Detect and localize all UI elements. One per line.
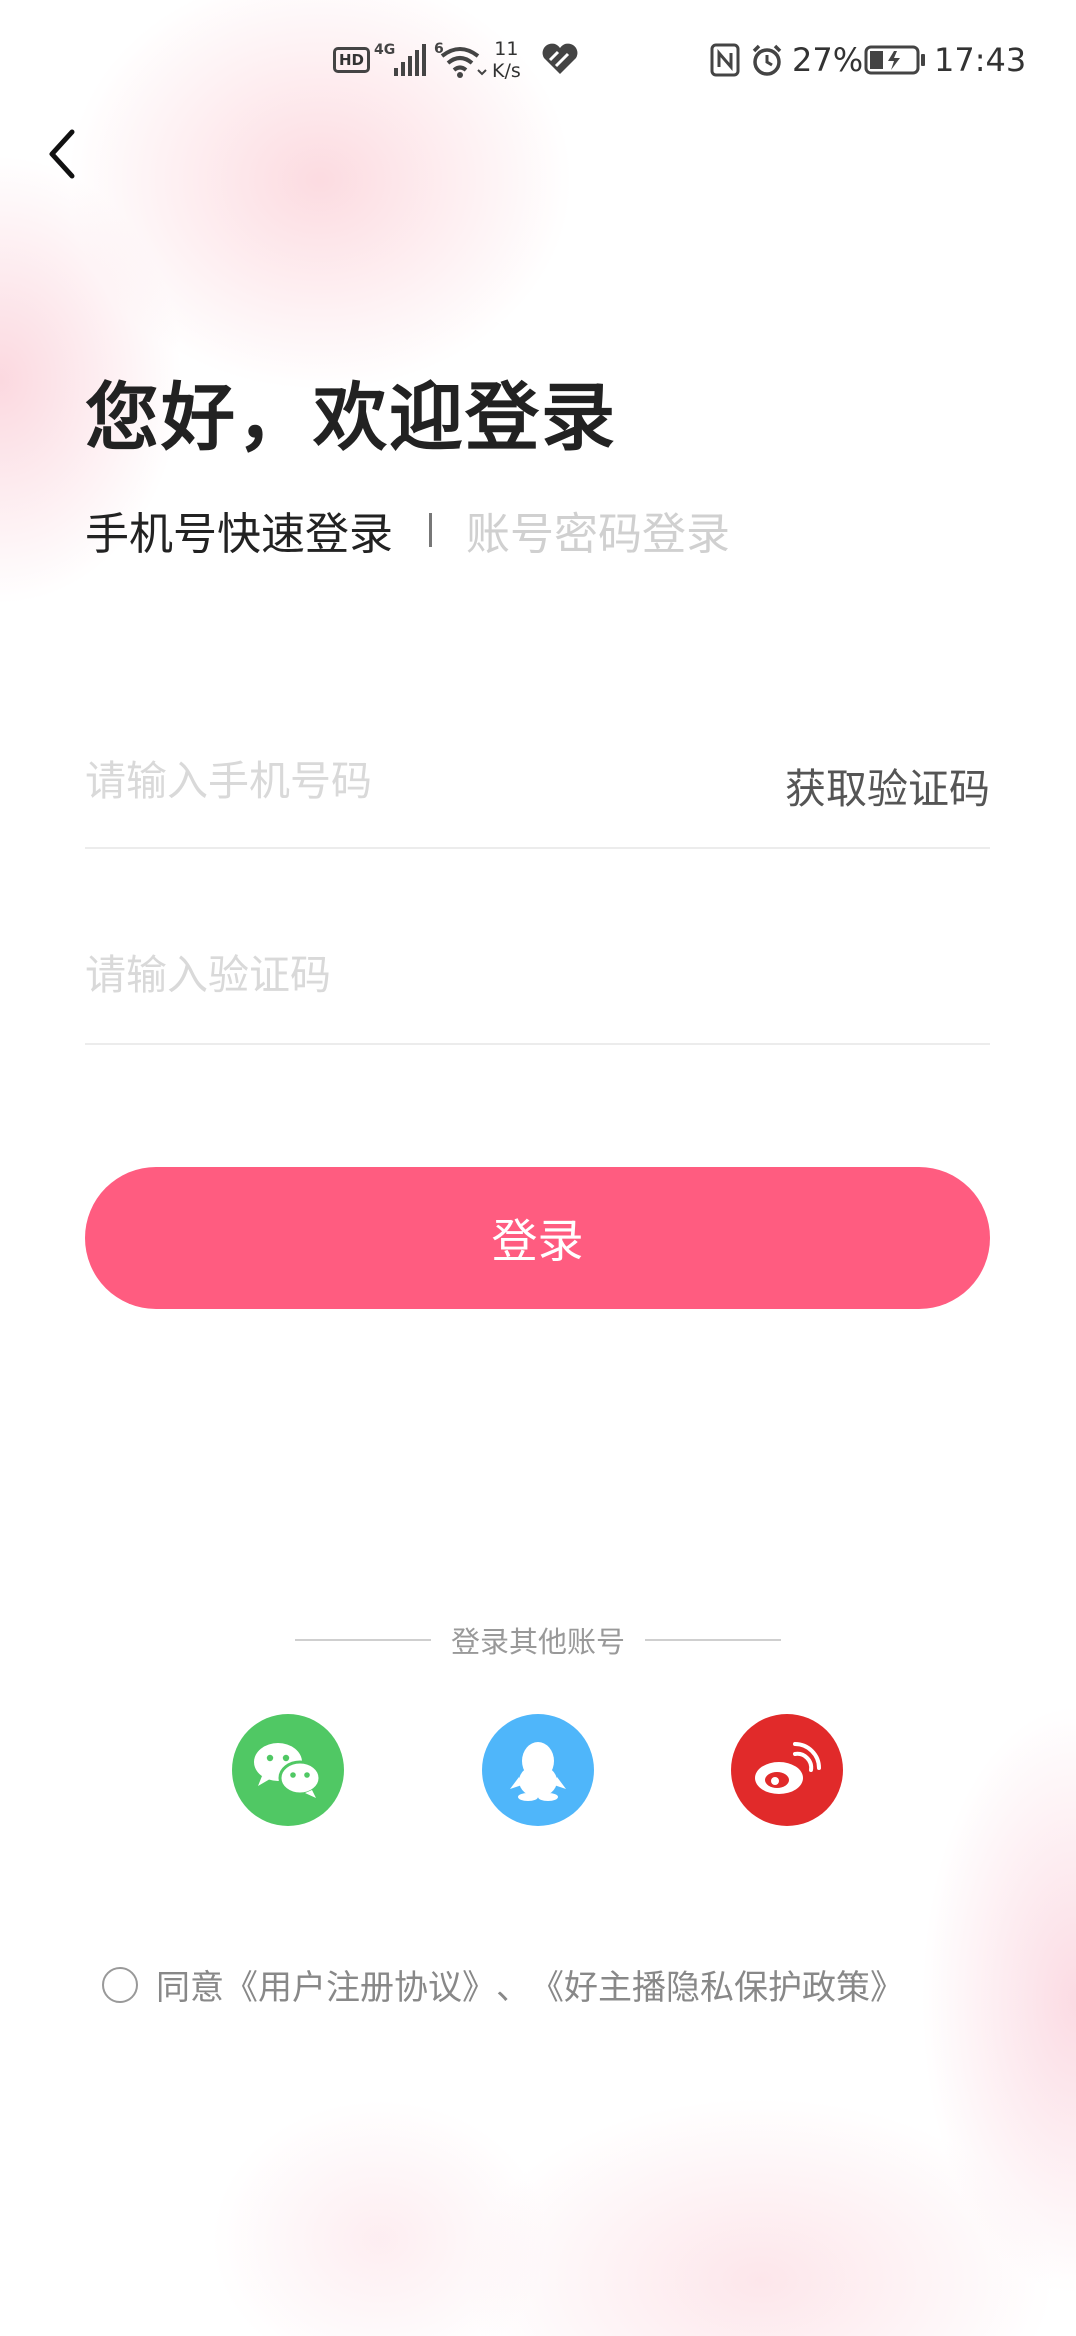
wechat-icon bbox=[254, 1743, 322, 1798]
user-agreement-link[interactable]: 《用户注册协议》 bbox=[224, 1960, 496, 2009]
hd-indicator: HD bbox=[333, 36, 371, 84]
hd-badge: HD bbox=[333, 47, 371, 73]
agreement-checkbox[interactable] bbox=[102, 1966, 138, 2003]
nfc-icon bbox=[710, 36, 740, 84]
svg-text:4G: 4G bbox=[374, 42, 395, 58]
battery-percent: 27% bbox=[792, 41, 864, 79]
agreement-separator: 、 bbox=[496, 1968, 530, 2008]
status-bar: HD 4G 6 11 K/s 27% 17:43 bbox=[0, 36, 1076, 84]
battery-charging-icon bbox=[864, 36, 926, 84]
alarm-icon bbox=[750, 36, 784, 84]
weibo-icon bbox=[755, 1742, 821, 1794]
tab-divider bbox=[429, 513, 432, 547]
page-title: 您好，欢迎登录 bbox=[85, 375, 617, 461]
speed-value: 11 bbox=[494, 38, 519, 60]
agreement-row: 同意 《用户注册协议》 、 《好主播隐私保护政策》 bbox=[102, 1960, 904, 2009]
login-button[interactable]: 登录 bbox=[85, 1167, 990, 1309]
tab-password-login[interactable]: 账号密码登录 bbox=[466, 498, 730, 562]
verification-code-input[interactable] bbox=[85, 925, 685, 1025]
agreement-prefix: 同意 bbox=[156, 1968, 224, 2008]
qq-login-button[interactable] bbox=[482, 1714, 594, 1826]
qq-penguin-icon bbox=[510, 1742, 566, 1801]
network-speed: 11 K/s bbox=[492, 36, 521, 84]
other-login-divider: 登录其他账号 bbox=[0, 1620, 1076, 1660]
clock-time: 17:43 bbox=[934, 41, 1027, 79]
divider-line-left bbox=[294, 1639, 431, 1641]
wifi-icon: 6 bbox=[434, 36, 488, 84]
signal-4g-icon: 4G bbox=[374, 36, 430, 84]
speed-unit: K/s bbox=[492, 60, 521, 82]
back-button[interactable] bbox=[40, 118, 88, 190]
wechat-login-button[interactable] bbox=[232, 1714, 344, 1826]
weibo-login-button[interactable] bbox=[731, 1714, 843, 1826]
divider-line-right bbox=[645, 1639, 781, 1641]
verification-code-field bbox=[85, 925, 990, 1045]
other-login-title: 登录其他账号 bbox=[450, 1625, 625, 1659]
health-icon bbox=[540, 36, 580, 84]
login-mode-tabs: 手机号快速登录 账号密码登录 bbox=[85, 498, 730, 562]
phone-field: 获取验证码 bbox=[85, 731, 990, 849]
tab-phone-login[interactable]: 手机号快速登录 bbox=[85, 498, 393, 562]
privacy-policy-link[interactable]: 《好主播隐私保护政策》 bbox=[530, 1960, 904, 2009]
get-code-button[interactable]: 获取验证码 bbox=[785, 755, 990, 815]
phone-input[interactable] bbox=[85, 731, 685, 831]
chevron-left-icon bbox=[49, 129, 75, 179]
